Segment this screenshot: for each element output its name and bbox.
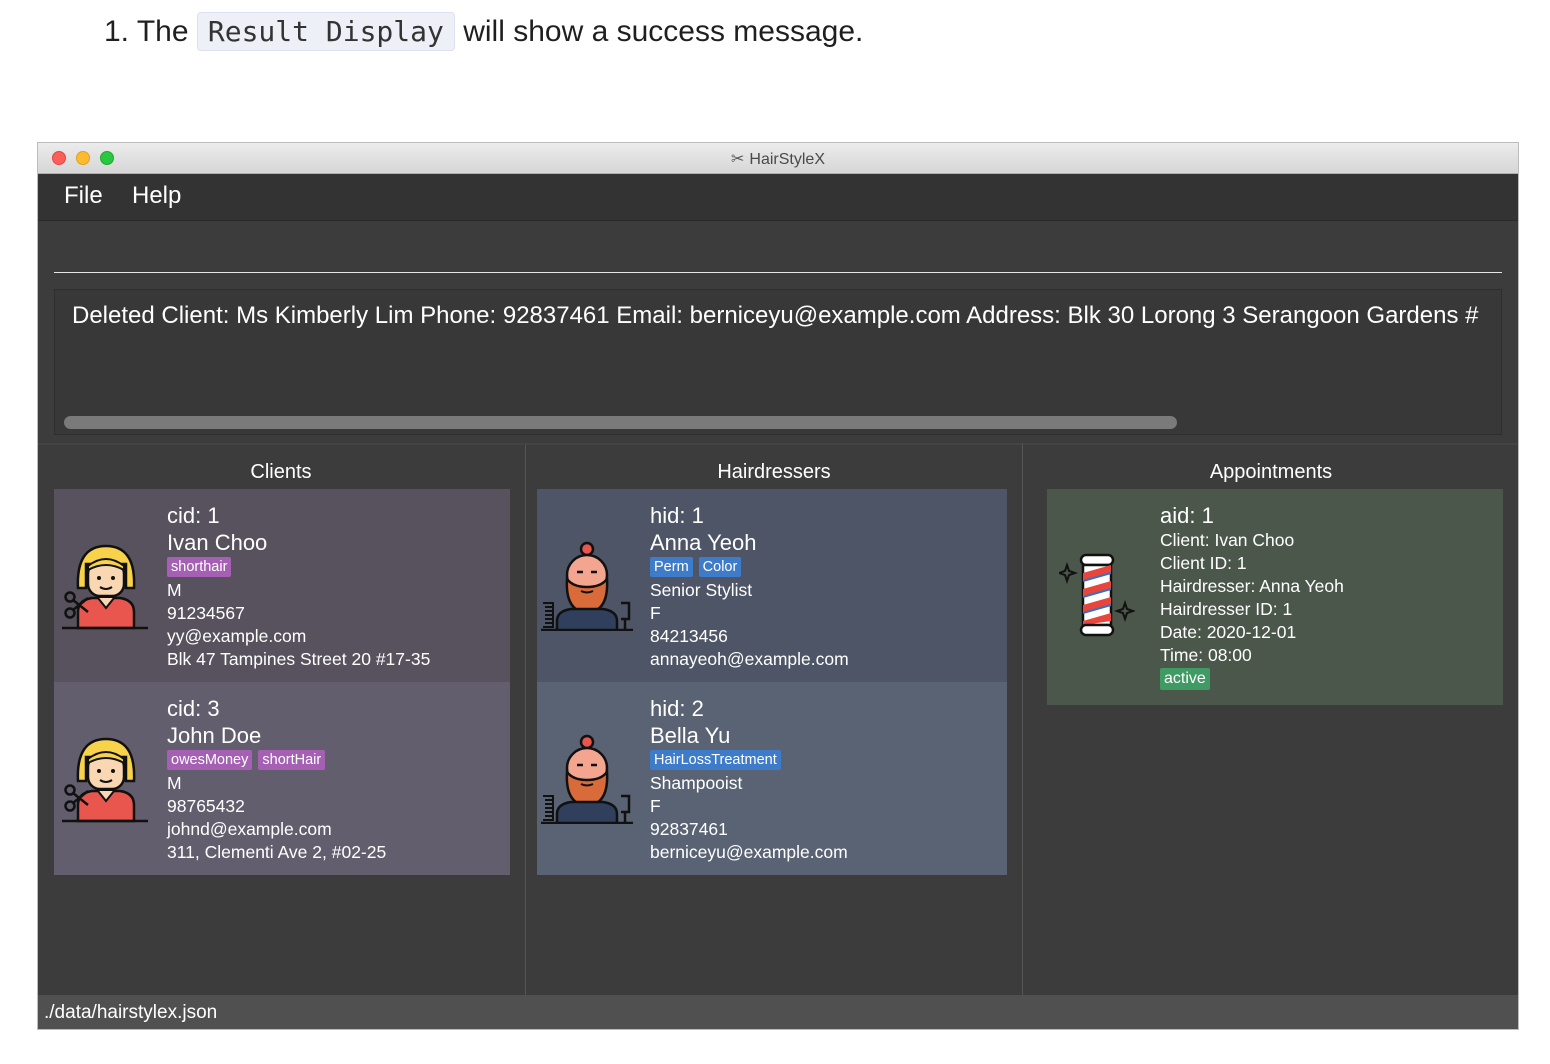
doc-suffix: will show a success message. (463, 15, 864, 48)
appointment-hairdresser: Hairdresser: Anna Yeoh (1160, 576, 1344, 596)
client-id: cid: 3 (167, 696, 220, 721)
client-tag: owesMoney (167, 750, 253, 770)
menu-help[interactable]: Help (132, 182, 181, 210)
female-hairdresser-icon (62, 737, 148, 823)
status-bar: ./data/hairstylex.json (38, 995, 1518, 1029)
hairdresser-name: Bella Yu (650, 723, 731, 748)
window-title: ✂ HairStyleX (38, 149, 1518, 169)
hairdresser-tags: Perm Color (650, 557, 849, 578)
hairdresser-title: Senior Stylist (650, 580, 753, 600)
hairdresser-phone: 92837461 (650, 819, 728, 839)
hairdresser-email: annayeoh@example.com (650, 649, 849, 669)
client-address: 311, Clementi Ave 2, #02-25 (167, 842, 387, 862)
appointment-id: aid: 1 (1160, 503, 1214, 528)
hairdresser-tags: HairLossTreatment (650, 750, 848, 771)
barber-pole-icon (1059, 553, 1135, 637)
client-phone: 98765432 (167, 796, 245, 816)
hairdresser-card[interactable]: hid: 2 Bella Yu HairLossTreatment Shampo… (537, 682, 1007, 875)
client-address: Blk 47 Tampines Street 20 #17-35 (167, 649, 431, 669)
hairdresser-tag: Color (698, 557, 742, 577)
appointments-panel: Appointments aid: 1 Client: Ivan Choo Cl… (1022, 443, 1518, 997)
hairdresser-email: berniceyu@example.com (650, 842, 848, 862)
client-tags: owesMoney shortHair (167, 750, 386, 771)
doc-code: Result Display (196, 12, 455, 51)
client-name: Ivan Choo (167, 530, 268, 555)
female-hairdresser-icon (62, 544, 148, 630)
appointment-card[interactable]: aid: 1 Client: Ivan Choo Client ID: 1 Ha… (1047, 489, 1503, 705)
hairdresser-title: Shampooist (650, 773, 743, 793)
client-name: John Doe (167, 723, 262, 748)
appointment-client-id: Client ID: 1 (1160, 553, 1247, 573)
app-window: ✂ HairStyleX File Help Deleted Client: Ms… (38, 143, 1518, 1029)
title-bar: ✂ HairStyleX (38, 143, 1518, 174)
hairdresser-card[interactable]: hid: 1 Anna Yeoh Perm Color Senior Stylis… (537, 489, 1007, 682)
clients-panel: Clients cid: 1 Ivan Choo shorthair M 912… (38, 443, 524, 997)
client-phone: 91234567 (167, 603, 245, 623)
appointment-time: Time: 08:00 (1160, 645, 1252, 665)
window-title-text: HairStyleX (749, 151, 825, 168)
appointment-client: Client: Ivan Choo (1160, 530, 1295, 550)
doc-prefix: 1. The (104, 15, 189, 48)
menu-bar: File Help (38, 174, 1518, 221)
client-gender: M (167, 580, 182, 600)
hairdresser-gender: F (650, 603, 661, 623)
hairdresser-phone: 84213456 (650, 626, 728, 646)
appointments-title: Appointments (1209, 461, 1333, 483)
hairdresser-gender: F (650, 796, 661, 816)
status-file-path: ./data/hairstylex.json (44, 1002, 218, 1023)
appointment-status: active (1160, 668, 1210, 690)
hairdressers-title: Hairdressers (717, 461, 831, 483)
command-input[interactable] (54, 231, 1506, 273)
hairdressers-panel: Hairdressers hid: 1 Anna Yeoh PermColor (525, 443, 1022, 997)
client-email: johnd@example.com (167, 819, 332, 839)
client-card[interactable]: cid: 1 Ivan Choo shorthair M 91234567 yy… (54, 489, 510, 682)
result-display[interactable]: Deleted Client: Ms Kimberly Lim Phone: 9… (54, 289, 1502, 435)
hairdresser-id: hid: 2 (650, 696, 704, 721)
scissors-icon: ✂ (731, 151, 745, 168)
menu-file[interactable]: File (64, 182, 103, 210)
client-id: cid: 1 (167, 503, 220, 528)
hairdresser-id: hid: 1 (650, 503, 704, 528)
appointment-status-wrap: active (1160, 668, 1344, 692)
hairdresser-tag: HairLossTreatment (650, 750, 781, 770)
client-gender: M (167, 773, 182, 793)
result-text: Deleted Client: Ms Kimberly Lim Phone: 9… (72, 302, 1479, 329)
appointment-hairdresser-id: Hairdresser ID: 1 (1160, 599, 1293, 619)
client-tag: shorthair (167, 557, 232, 577)
client-email: yy@example.com (167, 626, 307, 646)
hairdresser-tag: Perm (650, 557, 693, 577)
bearded-barber-icon (541, 541, 633, 631)
result-scrollbar[interactable] (64, 416, 1177, 429)
clients-title: Clients (250, 461, 312, 483)
doc-instruction: 1. The Result Display will show a succes… (104, 10, 863, 54)
command-underline (54, 272, 1502, 273)
client-tags: shorthair (167, 557, 430, 578)
bearded-barber-icon (541, 734, 633, 824)
client-tag: shortHair (258, 750, 326, 770)
hairdresser-name: Anna Yeoh (650, 530, 757, 555)
client-card[interactable]: cid: 3 John Doe owesMoney shortHair M 987… (54, 682, 510, 875)
appointment-date: Date: 2020-12-01 (1160, 622, 1297, 642)
command-box (54, 231, 1506, 273)
